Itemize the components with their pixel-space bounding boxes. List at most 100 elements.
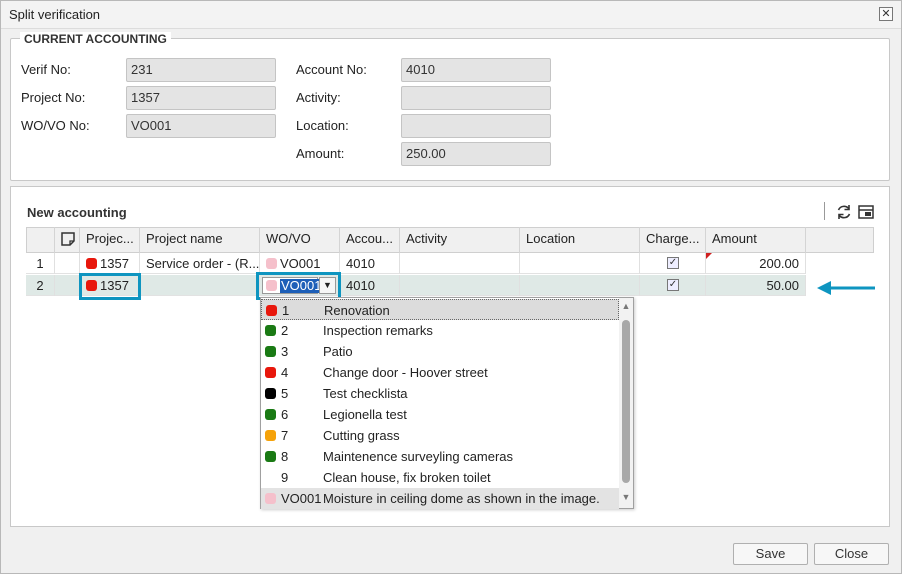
row-number: 2 (26, 275, 55, 296)
grid-settings-icon[interactable] (857, 203, 875, 221)
amount-cell[interactable]: 50.00 (706, 275, 806, 296)
option-color-swatch (265, 430, 276, 441)
col-header-wovo[interactable]: WO/VO (260, 227, 340, 253)
option-name: Renovation (324, 303, 390, 318)
project-color-dot (86, 258, 97, 269)
dropdown-option[interactable]: 2 Inspection remarks (261, 320, 619, 341)
location-cell[interactable] (520, 275, 640, 296)
col-header-activity[interactable]: Activity (400, 227, 520, 253)
activity-label: Activity: (296, 90, 341, 105)
option-number: 4 (281, 365, 289, 380)
location-cell[interactable] (520, 253, 640, 274)
dropdown-option[interactable]: 9 Clean house, fix broken toilet (261, 467, 619, 488)
new-accounting-title: New accounting (27, 205, 127, 220)
dropdown-option[interactable]: 1 Renovation (261, 299, 619, 320)
account-no-field: 4010 (401, 58, 551, 82)
note-cell[interactable] (55, 253, 80, 274)
option-color-swatch (265, 325, 276, 336)
col-header-project[interactable]: Projec... (80, 227, 140, 253)
amount-label: Amount: (296, 146, 345, 161)
dropdown-option[interactable]: 8 Maintenence surveyling cameras (261, 446, 619, 467)
option-name: Change door - Hoover street (323, 365, 488, 380)
amount-cell[interactable]: 200.00 (706, 253, 806, 274)
location-label: Location: (296, 118, 349, 133)
refresh-icon[interactable] (835, 203, 853, 221)
dropdown-option[interactable]: 5 Test checklista (261, 383, 619, 404)
current-accounting-legend: CURRENT ACCOUNTING (20, 32, 171, 46)
account-cell[interactable]: 4010 (340, 275, 400, 296)
option-name: Test checklista (323, 386, 408, 401)
option-number: 1 (282, 303, 290, 318)
scroll-up-icon[interactable]: ▲ (619, 301, 633, 313)
project-no-field: 1357 (126, 86, 276, 110)
option-color-swatch (265, 388, 276, 399)
option-name: Legionella test (323, 407, 407, 422)
note-cell[interactable] (55, 275, 80, 296)
wovo-no-field: VO001 (126, 114, 276, 138)
dropdown-option[interactable]: 3 Patio (261, 341, 619, 362)
option-name: Clean house, fix broken toilet (323, 470, 491, 485)
scrollbar-thumb[interactable] (622, 320, 630, 483)
option-color-swatch (265, 451, 276, 462)
save-button[interactable]: Save (733, 543, 808, 565)
charge-checkbox[interactable]: ✓ (667, 257, 679, 269)
charge-checkbox[interactable]: ✓ (667, 279, 679, 291)
rownum-header (26, 227, 55, 253)
col-header-account[interactable]: Accou... (340, 227, 400, 253)
dropdown-option[interactable]: 4 Change door - Hoover street (261, 362, 619, 383)
project-name-cell[interactable] (140, 275, 260, 296)
close-button[interactable]: Close (814, 543, 889, 565)
scroll-down-icon[interactable]: ▼ (619, 492, 633, 504)
option-number: 8 (281, 449, 289, 464)
activity-cell[interactable] (400, 253, 520, 274)
note-icon (61, 232, 75, 246)
col-header-amount[interactable]: Amount (706, 227, 806, 253)
note-column-header[interactable] (55, 227, 80, 253)
verif-no-field: 231 (126, 58, 276, 82)
close-icon[interactable]: ✕ (879, 7, 893, 21)
option-number: 2 (281, 323, 289, 338)
option-name: Cutting grass (323, 428, 400, 443)
activity-field (401, 86, 551, 110)
account-no-label: Account No: (296, 62, 367, 77)
amount-field: 250.00 (401, 142, 551, 166)
title-bar: Split verification ✕ (1, 1, 901, 29)
location-field (401, 114, 551, 138)
option-number: VO001 (281, 491, 322, 506)
dropdown-option[interactable]: VO001 Moisture in ceiling dome as shown i… (261, 488, 619, 509)
verif-no-label: Verif No: (21, 62, 71, 77)
option-color-swatch (265, 346, 276, 357)
arrow-left-icon (817, 281, 875, 295)
toolbar-divider (824, 202, 825, 220)
option-name: Patio (323, 344, 353, 359)
option-color-swatch (265, 409, 276, 420)
option-name: Inspection remarks (323, 323, 433, 338)
wovo-color-dot (266, 258, 277, 269)
option-name: Maintenence surveyling cameras (323, 449, 514, 464)
option-color-swatch (265, 367, 276, 378)
wovo-cell[interactable]: VO001 (260, 253, 340, 274)
project-cell[interactable]: 1357 (80, 253, 140, 274)
col-header-charge[interactable]: Charge... (640, 227, 706, 253)
col-header-project-name[interactable]: Project name (140, 227, 260, 253)
project-no-label: Project No: (21, 90, 86, 105)
option-color-swatch (265, 472, 276, 483)
wovo-value: VO001 (280, 256, 321, 271)
dropdown-option[interactable]: 6 Legionella test (261, 404, 619, 425)
row-number: 1 (26, 253, 55, 274)
project-cell-highlight (79, 273, 141, 300)
wovo-cell-highlight (256, 272, 341, 300)
col-header-location[interactable]: Location (520, 227, 640, 253)
project-name-cell[interactable]: Service order - (R... (140, 253, 260, 274)
window-title: Split verification (9, 7, 101, 22)
option-name: Moisture in ceiling dome as shown in the… (323, 491, 600, 506)
activity-cell[interactable] (400, 275, 520, 296)
option-number: 9 (281, 470, 289, 485)
option-number: 3 (281, 344, 289, 359)
option-color-swatch (265, 493, 276, 504)
option-number: 5 (281, 386, 289, 401)
wovo-no-label: WO/VO No: (21, 118, 90, 133)
dropdown-option[interactable]: 7 Cutting grass (261, 425, 619, 446)
option-number: 6 (281, 407, 289, 422)
account-cell[interactable]: 4010 (340, 253, 400, 274)
